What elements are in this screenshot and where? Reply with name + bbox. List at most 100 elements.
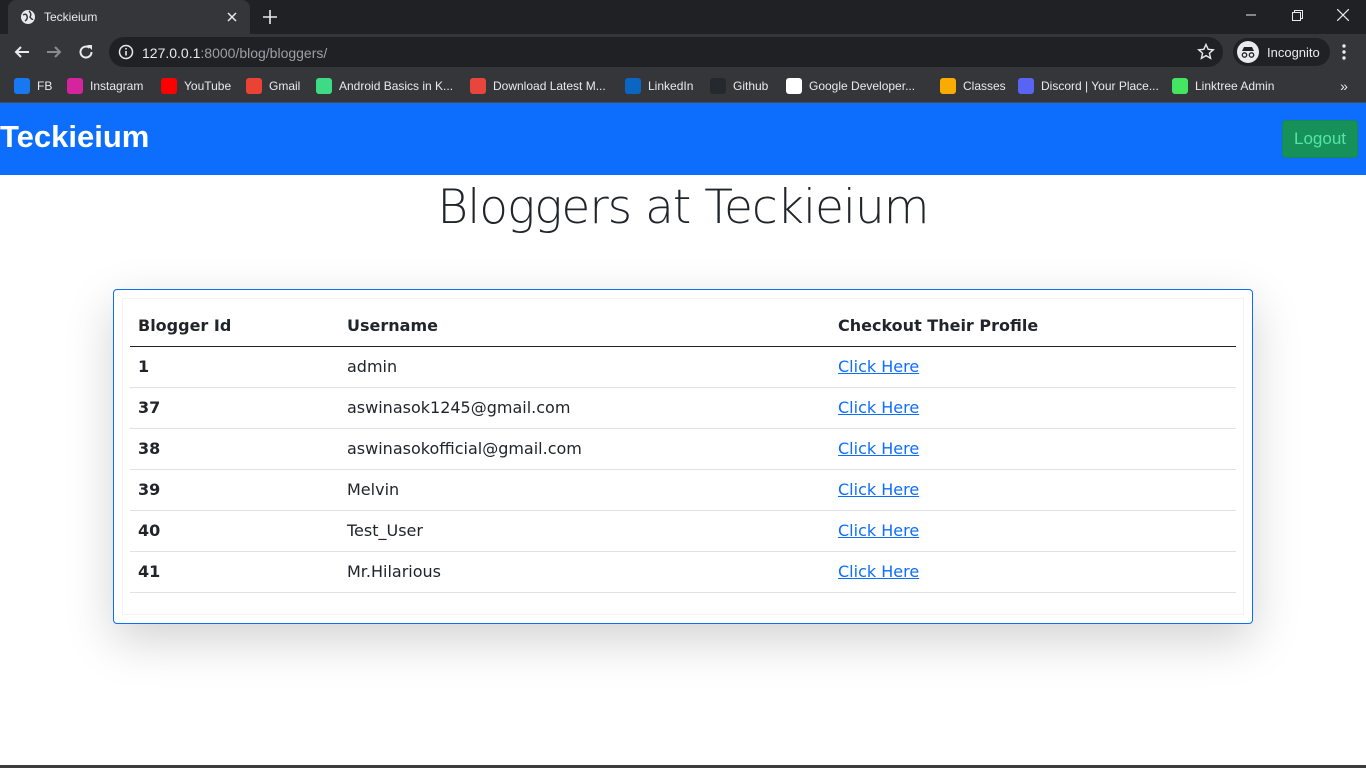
username-cell: admin (339, 346, 830, 388)
google-developers-icon (786, 78, 802, 94)
url-text: 127.0.0.1:8000/blog/bloggers/ (142, 45, 327, 61)
table-row: 40 Test_User Click Here (130, 510, 1236, 552)
bookmark-label: Android Basics in K... (339, 79, 454, 93)
bookmark-label: Discord | Your Place... (1041, 79, 1159, 93)
restore-button[interactable] (1274, 0, 1320, 30)
bookmark-label: Github (733, 79, 769, 93)
bookmark-label: YouTube (184, 79, 232, 93)
menu-icon[interactable] (1334, 40, 1354, 64)
profile-link[interactable]: Click Here (838, 521, 919, 540)
tab-strip: Teckieium (0, 0, 1366, 34)
blogger-id-cell: 1 (130, 346, 339, 388)
table-row: 37 aswinasok1245@gmail.com Click Here (130, 387, 1236, 429)
site-brand[interactable]: Teckieium (0, 119, 149, 155)
bookmark-3[interactable]: Gmail (246, 76, 300, 96)
profile-link[interactable]: Click Here (838, 398, 919, 417)
github-icon (710, 78, 726, 94)
header-blogger-id: Blogger Id (130, 306, 339, 347)
linkedin-icon (625, 78, 641, 94)
username-cell: aswinasok1245@gmail.com (339, 387, 830, 429)
bookmark-label: LinkedIn (648, 79, 694, 93)
bookmark-1[interactable]: Instagram (67, 76, 143, 96)
bloggers-table: Blogger Id Username Checkout Their Profi… (130, 306, 1236, 593)
blogger-id-cell: 39 (130, 469, 339, 511)
bookmark-7[interactable]: Github (710, 76, 768, 96)
profile-cell: Click Here (830, 387, 1236, 429)
bloggers-card: Blogger Id Username Checkout Their Profi… (113, 289, 1253, 624)
tab-title: Teckieium (44, 10, 98, 24)
bookmark-label: Gmail (269, 79, 301, 93)
classroom-icon (940, 78, 956, 94)
page-title: Bloggers at Teckieium (437, 180, 929, 235)
bookmark-4[interactable]: Android Basics in K... (316, 76, 453, 96)
profile-link[interactable]: Click Here (838, 357, 919, 376)
bookmark-label: Instagram (90, 79, 144, 93)
profile-link[interactable]: Click Here (838, 480, 919, 499)
android-icon (316, 78, 332, 94)
site-navbar: Teckieium Logout (0, 103, 1366, 175)
back-arrow-icon[interactable] (10, 40, 34, 64)
bookmark-10[interactable]: Discord | Your Place... (1018, 76, 1159, 96)
close-tab-icon[interactable] (222, 7, 242, 27)
bookmark-label: Google Developer... (809, 79, 916, 93)
profile-link[interactable]: Click Here (838, 439, 919, 458)
username-cell: Mr.Hilarious (339, 551, 830, 593)
url-host: 127.0.0.1 (142, 45, 201, 61)
table-row: 41 Mr.Hilarious Click Here (130, 551, 1236, 593)
blogger-id-cell: 38 (130, 428, 339, 470)
profile-cell: Click Here (830, 551, 1236, 593)
close-window-button[interactable] (1320, 0, 1366, 30)
username-cell: aswinasokofficial@gmail.com (339, 428, 830, 470)
globe-icon (20, 9, 36, 25)
table-row: 39 Melvin Click Here (130, 469, 1236, 511)
table-row: 1 admin Click Here (130, 346, 1236, 388)
profile-cell: Click Here (830, 428, 1236, 470)
instagram-icon (67, 78, 83, 94)
bookmark-2[interactable]: YouTube (161, 76, 231, 96)
profile-cell: Click Here (830, 346, 1236, 388)
bookmark-label: Linktree Admin (1195, 79, 1275, 93)
bookmark-label: FB (37, 79, 53, 93)
logout-button[interactable]: Logout (1282, 120, 1358, 158)
info-icon[interactable] (118, 44, 134, 60)
header-username: Username (339, 306, 830, 347)
incognito-label: Incognito (1267, 44, 1320, 60)
browser-toolbar: 127.0.0.1:8000/blog/bloggers/ Incognito (0, 34, 1366, 70)
profile-cell: Click Here (830, 469, 1236, 511)
bookmark-9[interactable]: Classes (940, 76, 1006, 96)
url-path: :8000/blog/bloggers/ (200, 45, 328, 61)
discord-icon (1018, 78, 1034, 94)
download-site-icon (470, 78, 486, 94)
profile-link[interactable]: Click Here (838, 562, 919, 581)
bookmark-6[interactable]: LinkedIn (625, 76, 693, 96)
incognito-icon (1237, 41, 1259, 63)
forward-arrow-icon[interactable] (42, 40, 66, 64)
youtube-icon (161, 78, 177, 94)
table-row: 38 aswinasokofficial@gmail.com Click Here (130, 428, 1236, 470)
bookmark-11[interactable]: Linktree Admin (1172, 76, 1274, 96)
linktree-icon (1172, 78, 1188, 94)
bookmark-label: Download Latest M... (493, 79, 606, 93)
facebook-icon (14, 78, 30, 94)
profile-cell: Click Here (830, 510, 1236, 552)
header-profile: Checkout Their Profile (830, 306, 1236, 347)
blogger-id-cell: 37 (130, 387, 339, 429)
new-tab-button[interactable] (258, 5, 282, 29)
browser-tab[interactable]: Teckieium (8, 0, 250, 34)
bookmark-8[interactable]: Google Developer... (786, 76, 915, 96)
bookmark-label: Classes (963, 79, 1006, 93)
gmail-icon (246, 78, 262, 94)
blogger-id-cell: 41 (130, 551, 339, 593)
incognito-profile[interactable]: Incognito (1233, 38, 1330, 66)
address-bar[interactable]: 127.0.0.1:8000/blog/bloggers/ (109, 37, 1223, 67)
bookmark-5[interactable]: Download Latest M... (470, 76, 606, 96)
minimize-button[interactable] (1228, 0, 1274, 30)
username-cell: Test_User (339, 510, 830, 552)
reload-icon[interactable] (74, 40, 98, 64)
star-icon[interactable] (1197, 43, 1215, 61)
bookmarks-overflow-icon[interactable]: » (1334, 76, 1354, 96)
bookmark-0[interactable]: FB (14, 76, 52, 96)
table-header-row: Blogger Id Username Checkout Their Profi… (130, 306, 1236, 347)
bookmarks-bar: FB Instagram YouTube Gmail Android Basics in… (0, 70, 1366, 103)
username-cell: Melvin (339, 469, 830, 511)
